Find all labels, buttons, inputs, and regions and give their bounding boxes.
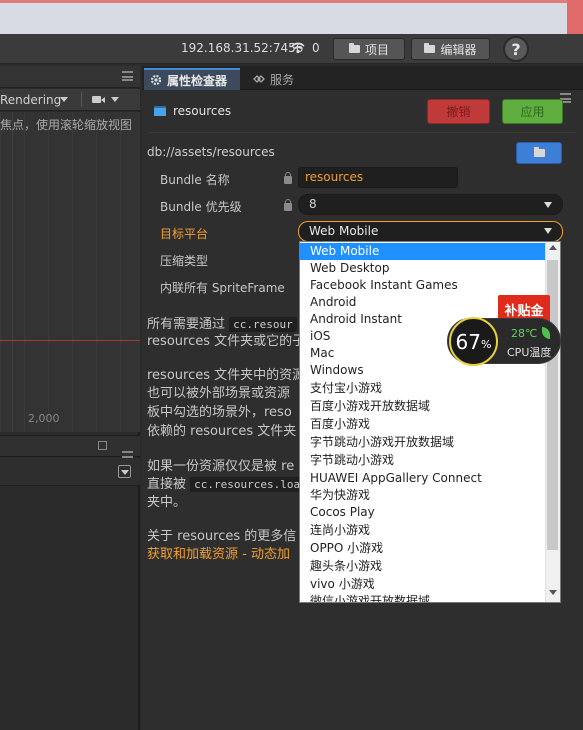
tab-services[interactable]: 服务 [244,68,314,90]
bundle-name-input[interactable]: resources [298,167,458,188]
dropdown-option[interactable]: vivo 小游戏 [300,576,546,593]
scene-axis-x [0,340,140,341]
lock-icon[interactable] [284,172,292,184]
desc-text: 夹中。 [147,495,187,510]
open-project-label: 项目 [364,42,389,57]
dropdown-option[interactable]: OPPO 小游戏 [300,540,546,557]
target-platform-value: Web Mobile [309,224,379,238]
desc-text: resources 文件夹中的资源 [147,368,306,383]
chevron-down-icon [544,228,552,234]
desc-text: 板中勾选的场景外，reso [147,405,292,420]
folder-icon [154,106,166,116]
gear-icon [150,74,162,86]
popout-icon[interactable] [98,441,107,450]
dropdown-option[interactable]: 百度小游戏开放数据域 [300,398,546,415]
dropdown-option[interactable]: 字节跳动小游戏开放数据域 [300,434,546,451]
bundle-priority-label: Bundle 优先级 [160,200,242,214]
desc-paragraph-3: 直接被 cc.resources.loa [147,476,305,494]
divider [148,132,576,133]
scene-grid-line [12,112,13,432]
chevron-down-icon [544,202,552,208]
chevron-down-icon[interactable] [60,97,68,102]
desc-text: 如果一份资源仅仅是被 re [147,459,295,474]
lower-panel-header [0,435,140,457]
scene-viewport[interactable] [0,112,140,432]
target-platform-select[interactable]: Web Mobile [298,221,563,242]
dropdown-option[interactable]: Facebook Instant Games [300,277,546,294]
desc-text: resources 文件夹或它的子 [147,334,306,349]
bundle-priority-select[interactable]: 8 [298,194,563,215]
inline-code: cc.resour [229,317,297,332]
folder-icon [348,43,360,53]
dropdown-option[interactable]: 字节跳动小游戏 [300,452,546,469]
scene-axis-label: 2,000 [28,412,60,425]
folder-icon [424,43,436,53]
panel-menu-icon[interactable] [122,71,133,81]
dropdown-option[interactable]: Windows [300,362,546,379]
server-address: 192.168.31.52:7456 [181,41,304,55]
reveal-in-folder-button[interactable] [516,142,562,164]
dropdown-option[interactable]: HUAWEI AppGallery Connect [300,470,546,487]
tab-inspector-label: 属性检查器 [167,73,228,88]
scene-panel-header [0,66,140,88]
desc-text: 所有需要通过 [147,317,226,332]
open-editor-button[interactable]: 编辑器 [411,38,490,60]
open-editor-label: 编辑器 [440,42,477,57]
tab-inspector[interactable]: 属性检查器 [144,68,240,90]
chevron-down-icon [121,470,129,475]
cpu-temperature: 28℃ [511,327,538,340]
revert-button[interactable]: 撤销 [427,99,490,124]
lock-icon[interactable] [284,199,292,211]
desc-text: 依赖的 resources 文件夹 [147,424,297,439]
render-mode-select[interactable]: Rendering [0,93,61,107]
toolbar-divider [81,92,82,107]
titlebar-accent [0,0,583,3]
tab-services-label: 服务 [270,72,295,87]
wifi-icon [291,42,305,54]
folder-open-icon [533,147,545,157]
dropdown-option[interactable]: 微信小游戏开放数据域 [300,593,546,602]
dropdown-option[interactable]: 趣头条小游戏 [300,558,546,575]
help-button[interactable]: ? [503,36,529,62]
desc-text: 关于 resources 的更多信 [147,529,297,544]
dropdown-option[interactable]: 百度小游戏 [300,416,546,433]
chevron-down-icon[interactable] [111,97,119,102]
desc-paragraph-1: 所有需要通过 cc.resour [147,316,297,334]
camera-lens-icon [101,97,105,103]
open-project-button[interactable]: 项目 [333,38,405,60]
cpu-usage-unit: % [481,338,492,351]
asset-name: resources [173,104,232,118]
window-edge [567,0,583,34]
cpu-usage-value: 67 [455,329,481,354]
inline-code: cc.resources.loa [190,477,305,492]
dropdown-option[interactable]: Web Desktop [300,260,546,277]
cloud-link-icon [253,75,265,83]
docs-link[interactable]: 获取和加载资源 - 动态加 [147,546,290,564]
scroll-down-arrow-icon[interactable] [549,590,557,595]
bundle-priority-value: 8 [309,197,317,211]
scene-hint-text: 焦点，使用滚轮缩放视图 [0,118,133,132]
compression-type-label: 压缩类型 [160,254,209,268]
camera-icon[interactable] [92,96,101,103]
desc-text: 直接被 [147,477,187,492]
target-platform-label: 目标平台 [160,227,209,241]
bundle-name-label: Bundle 名称 [160,173,230,187]
window-titlebar [0,0,583,34]
dropdown-option[interactable]: 华为快游戏 [300,487,546,504]
apply-button[interactable]: 应用 [502,99,563,124]
cpu-usage-ring: 67 % [449,317,498,366]
asset-path: db://assets/resources [147,145,275,159]
dropdown-option[interactable]: 连尚小游戏 [300,522,546,539]
desc-text: 也可以被外部场景或资源 [147,386,291,401]
dropdown-option[interactable]: 支付宝小游戏 [300,380,546,397]
dropdown-option[interactable]: Cocos Play [300,504,546,521]
inline-spriteframe-label: 内联所有 SpriteFrame [160,281,285,295]
scroll-up-arrow-icon[interactable] [549,245,557,250]
cpu-temperature-label: CPU温度 [507,346,552,359]
connection-count: 0 [312,41,320,55]
dropdown-option[interactable]: Web Mobile [300,243,546,260]
